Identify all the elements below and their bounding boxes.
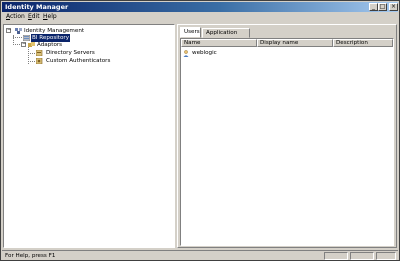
- tree-node-custom-authenticators[interactable]: Custom Authenticators: [36, 57, 136, 65]
- status-panel: [324, 252, 348, 260]
- menu-action[interactable]: Action: [6, 13, 25, 21]
- tree-label: Custom Authenticators: [46, 58, 111, 64]
- menu-edit[interactable]: Edit: [28, 13, 40, 21]
- adaptors-icon: [28, 42, 35, 47]
- title-bar[interactable]: Identity Manager _ □ ×: [2, 2, 398, 12]
- users-list[interactable]: Name Display name Description weblogic: [180, 38, 394, 246]
- tree-node-adaptors[interactable]: − Adaptors: [21, 41, 101, 49]
- window-title: Identity Manager: [5, 3, 69, 11]
- menu-help[interactable]: Help: [43, 13, 57, 21]
- navigation-tree[interactable]: − Identity Management BI Repository − Ad…: [3, 24, 175, 248]
- menu-bar: Action Edit Help: [2, 12, 398, 22]
- status-panel: [350, 252, 374, 260]
- details-pane: Users Application Roles Name Display nam…: [177, 24, 397, 248]
- identity-management-icon: [15, 28, 22, 34]
- menu-help-label: elp: [47, 13, 57, 20]
- tab-users[interactable]: Users: [180, 27, 201, 38]
- column-header-description[interactable]: Description: [333, 39, 393, 47]
- menu-edit-label: dit: [31, 13, 40, 20]
- tree-node-directory-servers[interactable]: Directory Servers: [36, 49, 126, 57]
- close-button[interactable]: ×: [389, 3, 398, 11]
- tree-label: Directory Servers: [46, 50, 95, 56]
- menu-action-label: ction: [10, 13, 25, 20]
- user-icon: [183, 50, 189, 57]
- tree-connector: [28, 61, 35, 62]
- collapse-toggle[interactable]: −: [21, 42, 26, 47]
- user-name: weblogic: [192, 50, 217, 56]
- directory-servers-icon: [36, 50, 43, 56]
- column-header-display-name[interactable]: Display name: [257, 39, 333, 47]
- tree-label: Adaptors: [37, 42, 63, 48]
- tab-application-roles[interactable]: Application Roles: [202, 28, 250, 45]
- minimize-button[interactable]: _: [369, 3, 378, 11]
- custom-authenticators-icon: [36, 58, 43, 64]
- status-panel: [376, 252, 396, 260]
- tree-connector: [13, 37, 22, 38]
- status-text: For Help, press F1: [5, 253, 56, 259]
- status-bar: For Help, press F1: [2, 250, 398, 260]
- collapse-toggle[interactable]: −: [6, 28, 11, 33]
- tree-connector: [28, 53, 35, 54]
- maximize-button[interactable]: □: [378, 3, 387, 11]
- identity-manager-window: Identity Manager _ □ × Action Edit Help …: [0, 0, 400, 261]
- column-header-name[interactable]: Name: [181, 39, 257, 47]
